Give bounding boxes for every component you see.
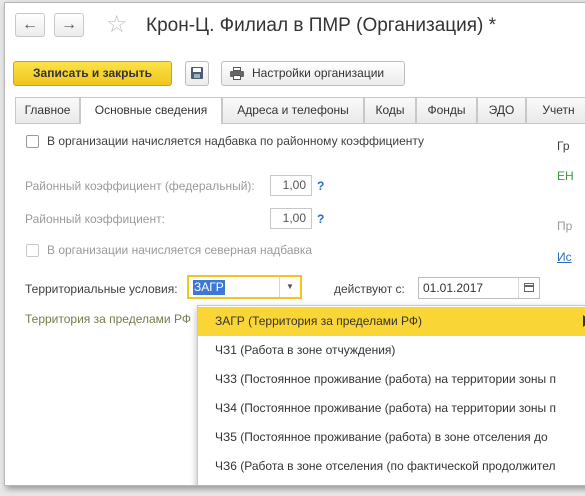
- tab-main[interactable]: Главное: [15, 97, 80, 123]
- tab-bar: Главное Основные сведения Адреса и телеф…: [15, 97, 585, 124]
- federal-coef-label: Районный коэффициент (федеральный):: [25, 179, 255, 193]
- organization-settings-label: Настройки организации: [252, 66, 385, 80]
- territory-hint: Территория за пределами РФ: [25, 312, 191, 326]
- chevron-down-icon[interactable]: ▼: [279, 277, 300, 297]
- coef-help-icon[interactable]: ?: [317, 212, 324, 226]
- territorial-conditions-dropdown: ЗАГР (Территория за пределами РФ) ЧЗ1 (Р…: [197, 305, 585, 485]
- federal-coef-help-icon[interactable]: ?: [317, 179, 324, 193]
- tab-edo[interactable]: ЭДО: [477, 97, 526, 123]
- north-allowance-checkbox[interactable]: [26, 244, 39, 257]
- dropdown-item[interactable]: ЧЗ1 (Работа в зоне отчуждения): [198, 336, 585, 365]
- territorial-conditions-select[interactable]: ЗАГР ▼: [187, 275, 302, 299]
- arrow-right-icon: →: [61, 16, 77, 33]
- calendar-button[interactable]: [518, 278, 539, 298]
- federal-coef-input[interactable]: 1,00: [270, 175, 312, 196]
- tab-funds[interactable]: Фонды: [416, 97, 477, 123]
- window-title: Крон-Ц. Филиал в ПМР (Организация) *: [146, 15, 497, 36]
- save-button[interactable]: [185, 61, 209, 86]
- regional-allowance-label: В организации начисляется надбавка по ра…: [47, 134, 425, 148]
- forward-button[interactable]: →: [54, 13, 84, 37]
- right-column-line3: Пр: [557, 219, 573, 233]
- printer-icon: [230, 67, 244, 80]
- calendar-icon: [524, 283, 534, 292]
- tab-accounting[interactable]: Учетн: [526, 97, 585, 123]
- tab-basic-info[interactable]: Основные сведения: [80, 97, 222, 124]
- territorial-conditions-value: ЗАГР: [193, 280, 225, 295]
- favorite-star-icon[interactable]: ☆: [106, 11, 128, 39]
- territorial-conditions-label: Территориальные условия:: [25, 282, 178, 296]
- tab-codes[interactable]: Коды: [364, 97, 416, 123]
- dropdown-item[interactable]: ЧЗ5 (Постоянное проживание (работа) в зо…: [198, 423, 585, 452]
- dropdown-item[interactable]: ЧЗ6 (Работа в зоне отселения (по фактиче…: [198, 452, 585, 481]
- dropdown-item[interactable]: ЧЗ4 (Постоянное проживание (работа) на т…: [198, 394, 585, 423]
- right-column-line2: ЕН: [557, 169, 574, 183]
- coef-input[interactable]: 1,00: [270, 208, 312, 229]
- tab-addresses-phones[interactable]: Адреса и телефоны: [222, 97, 364, 123]
- dropdown-item[interactable]: ЗАГР (Территория за пределами РФ): [198, 307, 585, 336]
- valid-from-label: действуют с:: [334, 282, 405, 296]
- back-button[interactable]: ←: [15, 13, 45, 37]
- arrow-left-icon: ←: [22, 16, 38, 33]
- north-allowance-label: В организации начисляется северная надба…: [47, 243, 313, 257]
- organization-window: ← → ☆ Крон-Ц. Филиал в ПМР (Организация)…: [4, 2, 585, 486]
- dropdown-item[interactable]: ЧЗ3 (Постоянное проживание (работа) на т…: [198, 365, 585, 394]
- valid-from-date-input[interactable]: 01.01.2017: [418, 277, 540, 299]
- organization-settings-button[interactable]: Настройки организации: [221, 61, 405, 86]
- regional-allowance-checkbox[interactable]: [26, 135, 39, 148]
- floppy-disk-icon: [191, 67, 203, 79]
- right-column-link[interactable]: Ис: [557, 250, 572, 264]
- save-and-close-button[interactable]: Записать и закрыть: [13, 61, 172, 86]
- coef-label: Районный коэффициент:: [25, 212, 165, 226]
- valid-from-date-value: 01.01.2017: [423, 281, 484, 295]
- dropdown-item-label: ЗАГР (Территория за пределами РФ): [215, 314, 423, 328]
- right-column-line1: Гр: [557, 139, 570, 153]
